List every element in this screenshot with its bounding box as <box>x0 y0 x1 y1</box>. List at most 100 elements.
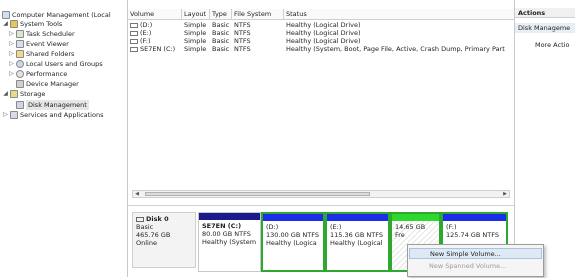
column-header-type[interactable]: Type <box>210 9 232 19</box>
disk-info-panel[interactable]: Disk 0 Basic 465.76 GB Online <box>132 212 196 268</box>
disk-icon <box>136 216 144 222</box>
disk-management-icon <box>16 101 24 109</box>
actions-title: Actions <box>515 8 575 18</box>
expand-toggle-icon[interactable]: ▷ <box>2 110 9 120</box>
cell-type: Basic <box>212 45 230 53</box>
horizontal-scrollbar[interactable]: ◀ ▶ <box>132 190 510 198</box>
scrollbar-thumb[interactable] <box>145 192 370 196</box>
column-header-status[interactable]: Status <box>284 9 514 19</box>
expand-toggle-icon[interactable]: ▷ <box>8 59 15 69</box>
table-row[interactable]: (E:) Simple Basic NTFS Healthy (Logical … <box>128 29 514 37</box>
tree-item-label: System Tools <box>20 20 63 28</box>
actions-section-disk-management[interactable]: Disk Manageme <box>515 23 575 33</box>
expand-toggle-icon[interactable]: ▷ <box>8 49 15 59</box>
disk-state: Online <box>136 239 157 247</box>
tree-item-label: Disk Management <box>26 100 89 110</box>
users-icon <box>16 60 24 68</box>
column-header-layout[interactable]: Layout <box>182 9 210 19</box>
tree-item-label: Shared Folders <box>26 50 75 58</box>
partition-size: 125.74 GB NTFS <box>446 231 499 239</box>
volume-icon <box>130 38 138 44</box>
partition-name: SE7EN (C:) <box>202 222 242 230</box>
cell-status: Healthy (Logical Drive) <box>286 29 361 37</box>
expand-toggle-icon[interactable]: ◢ <box>2 19 9 29</box>
cell-file-system: NTFS <box>234 29 251 37</box>
partition-bar <box>443 214 506 221</box>
table-row[interactable]: (D:) Simple Basic NTFS Healthy (Logical … <box>128 21 514 29</box>
table-row[interactable]: (F:) Simple Basic NTFS Healthy (Logical … <box>128 37 514 45</box>
expand-toggle-icon[interactable]: ▷ <box>8 69 15 79</box>
partition-name: (E:) <box>330 223 342 231</box>
partition-bar <box>263 214 323 221</box>
volume-list-header: Volume Layout Type File System Status <box>128 9 514 20</box>
cell-status: Healthy (Logical Drive) <box>286 21 361 29</box>
console-tree: Computer Management (Local ◢ System Tool… <box>0 0 128 277</box>
partition-size: 14.65 GB <box>395 223 426 231</box>
cell-layout: Simple <box>184 45 207 53</box>
disk-size: 465.76 GB <box>136 231 171 239</box>
volume-icon <box>130 30 138 36</box>
cell-volume: (E:) <box>128 29 184 37</box>
tree-item-label: Storage <box>20 90 46 98</box>
tree-item-label: Task Scheduler <box>26 30 75 38</box>
volume-list: Volume Layout Type File System Status (D… <box>128 0 514 205</box>
scroll-right-icon[interactable]: ▶ <box>501 191 509 197</box>
cell-layout: Simple <box>184 21 207 29</box>
partition-info: 14.65 GB Fre <box>395 223 425 239</box>
cell-file-system: NTFS <box>234 21 251 29</box>
volume-name: (D:) <box>140 21 153 29</box>
partition-size: 115.36 GB NTFS <box>330 231 383 239</box>
cell-volume: (F:) <box>128 37 184 45</box>
partition-c[interactable]: SE7EN (C:) 80.00 GB NTFS Healthy (System <box>198 212 261 272</box>
tree-item-label: Services and Applications <box>20 111 104 119</box>
partition-name: (D:) <box>266 223 279 231</box>
cell-volume: SE7EN (C:) <box>128 45 184 53</box>
partition-info: (E:) 115.36 GB NTFS Healthy (Logical <box>330 223 383 247</box>
tree-item-label: Performance <box>26 70 68 78</box>
event-viewer-icon <box>16 40 24 48</box>
partition-status: Fre <box>395 231 405 239</box>
computer-icon <box>2 11 10 19</box>
partition-name: (F:) <box>446 223 457 231</box>
disk-type: Basic <box>136 223 154 231</box>
table-row[interactable]: SE7EN (C:) Simple Basic NTFS Healthy (Sy… <box>128 45 514 53</box>
partition-size: 80.00 GB NTFS <box>202 230 251 238</box>
menu-item-new-spanned-volume[interactable]: New Spanned Volume... <box>409 261 542 272</box>
cell-file-system: NTFS <box>234 45 251 53</box>
partition-bar <box>392 214 439 221</box>
expand-toggle-icon[interactable]: ▷ <box>8 39 15 49</box>
partition-d[interactable]: (D:) 130.00 GB NTFS Healthy (Logica <box>261 212 325 272</box>
partition-status: Healthy (Logical <box>330 239 383 247</box>
tree-item-label: Device Manager <box>26 80 79 88</box>
context-menu: New Simple Volume... New Spanned Volume.… <box>407 244 544 277</box>
storage-icon <box>10 90 18 98</box>
cell-layout: Simple <box>184 37 207 45</box>
cell-layout: Simple <box>184 29 207 37</box>
actions-pane: Actions Disk Manageme More Actio <box>514 0 575 277</box>
column-header-file-system[interactable]: File System <box>232 9 284 19</box>
cell-status: Healthy (Logical Drive) <box>286 37 361 45</box>
more-actions-link[interactable]: More Actio <box>535 40 569 50</box>
performance-icon <box>16 70 24 78</box>
scroll-left-icon[interactable]: ◀ <box>133 191 141 197</box>
cell-type: Basic <box>212 37 230 45</box>
partition-info: SE7EN (C:) 80.00 GB NTFS Healthy (System <box>202 222 256 246</box>
clock-icon <box>16 30 24 38</box>
partition-info: (D:) 130.00 GB NTFS Healthy (Logica <box>266 223 319 247</box>
menu-item-new-simple-volume[interactable]: New Simple Volume... <box>409 248 542 259</box>
expand-toggle-icon[interactable]: ◢ <box>2 89 9 99</box>
expand-toggle-icon[interactable]: ▷ <box>8 29 15 39</box>
cell-volume: (D:) <box>128 21 184 29</box>
volume-name: (E:) <box>140 29 152 37</box>
partition-size: 130.00 GB NTFS <box>266 231 319 239</box>
cell-file-system: NTFS <box>234 37 251 45</box>
cell-type: Basic <box>212 29 230 37</box>
partition-e[interactable]: (E:) 115.36 GB NTFS Healthy (Logical <box>325 212 390 272</box>
partition-status: Healthy (System <box>202 238 257 246</box>
partition-info: (F:) 125.74 GB NTFS <box>446 223 499 239</box>
tree-item-label: Local Users and Groups <box>26 60 103 68</box>
services-icon <box>10 111 18 119</box>
column-header-volume[interactable]: Volume <box>128 9 182 19</box>
folder-icon <box>16 50 24 58</box>
volume-icon <box>130 46 138 52</box>
